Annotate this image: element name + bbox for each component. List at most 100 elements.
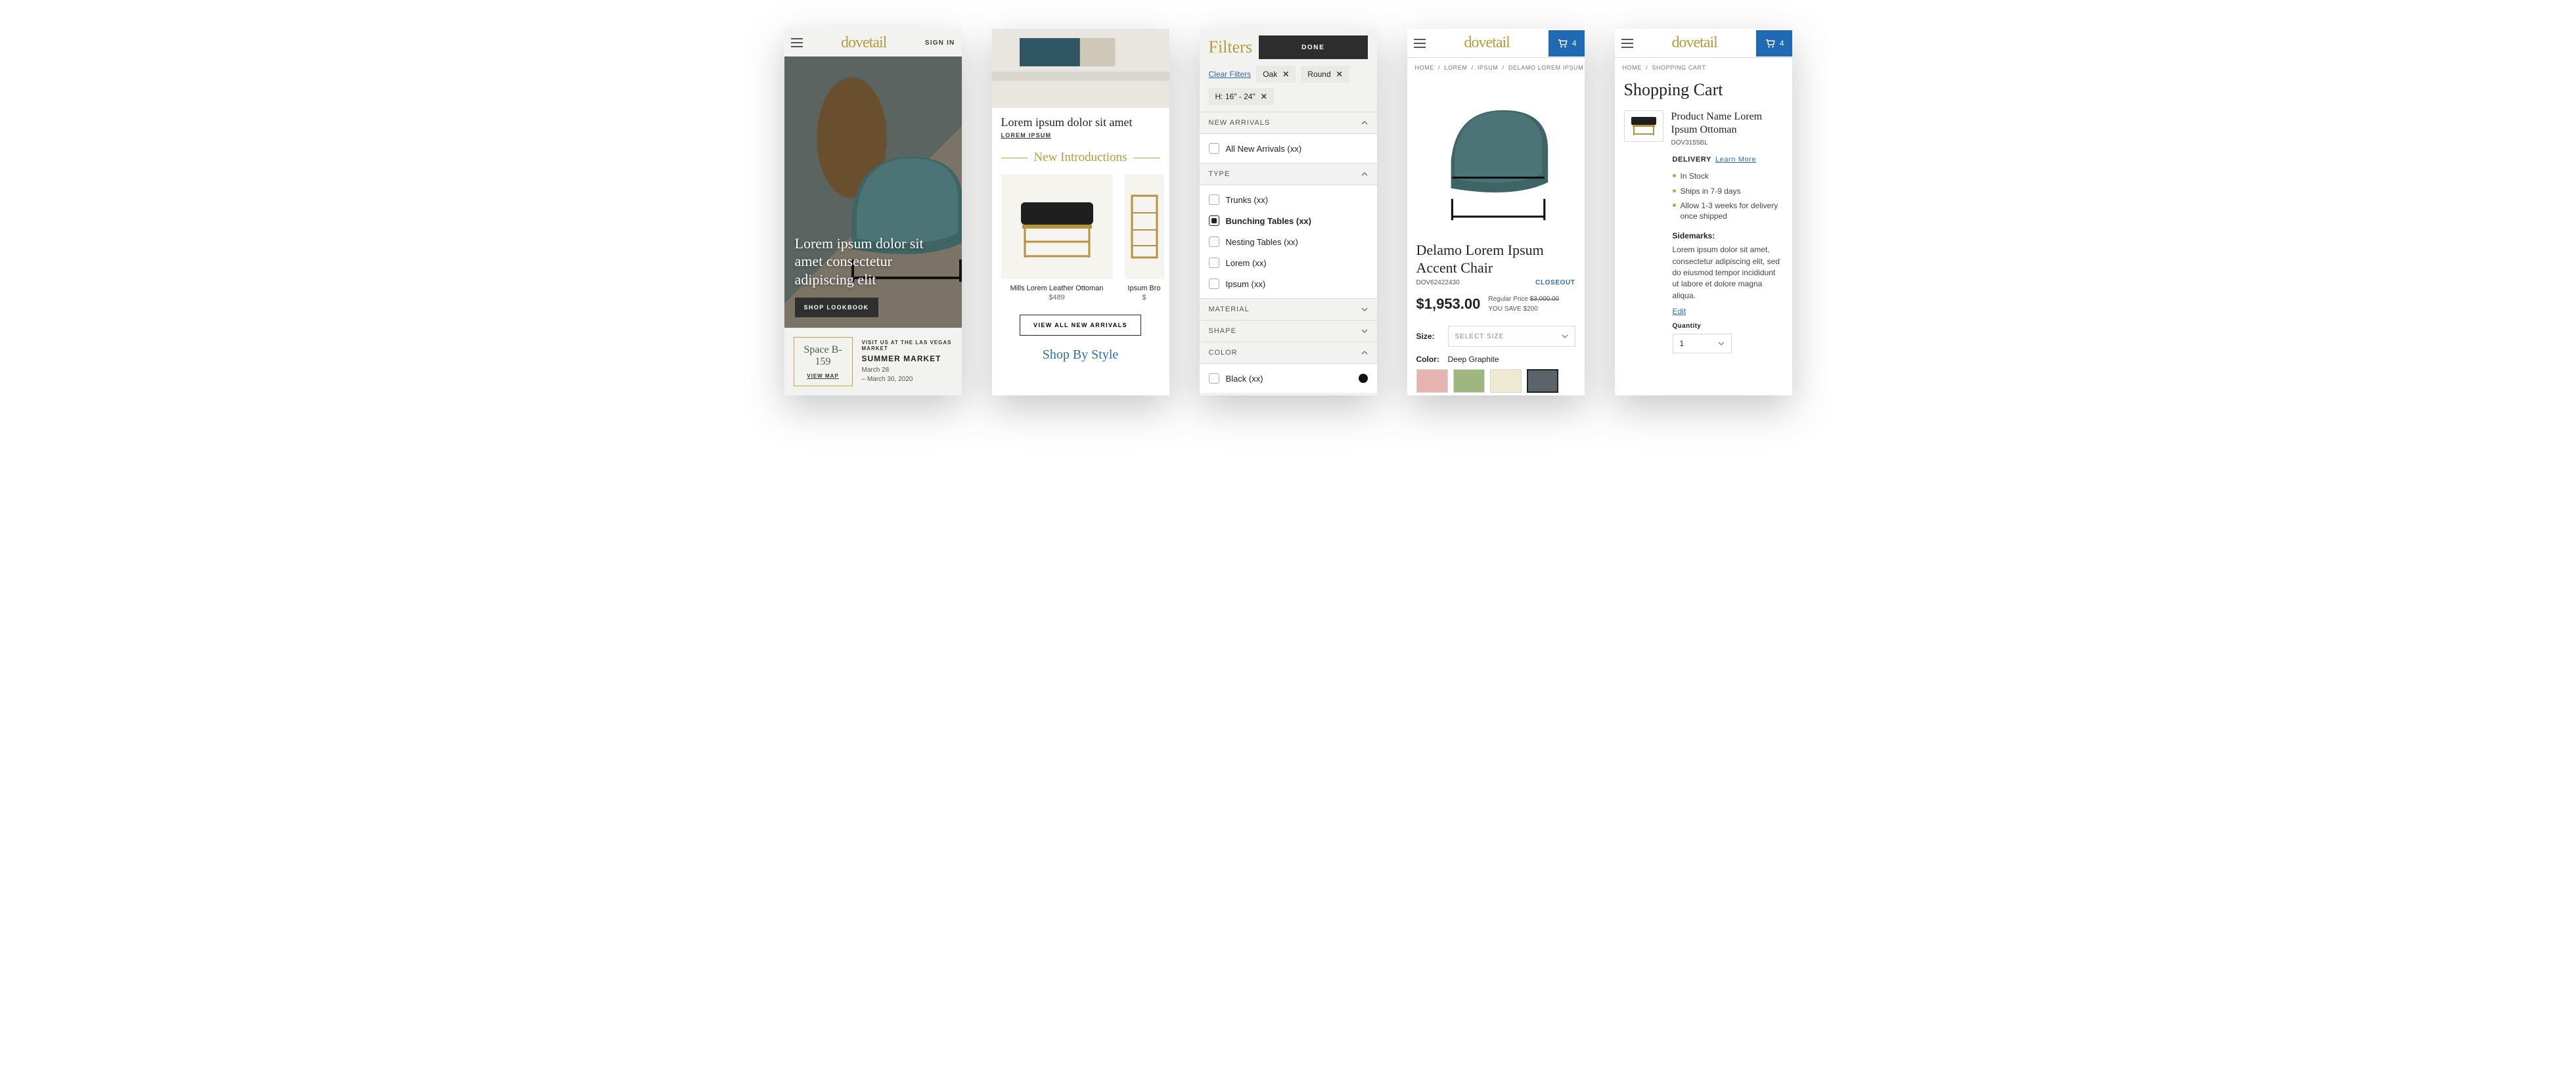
appbar: dovetail SIGN IN [784,29,962,56]
delivery-bullet: Allow 1-3 weeks for delivery once shippe… [1673,198,1783,223]
filter-option[interactable]: Lorem (xx) [1200,252,1377,273]
filter-option[interactable]: Trunks (xx) [1200,189,1377,210]
view-map-link[interactable]: VIEW MAP [802,373,844,379]
sign-in-link[interactable]: SIGN IN [925,39,955,47]
category-link[interactable]: LOREM IPSUM [1001,132,1160,139]
size-label: Size: [1416,332,1441,341]
filter-options: All New Arrivals (xx) [1200,133,1377,163]
product-price: $489 [1001,294,1113,301]
filter-section-color[interactable]: COLOR [1200,342,1377,363]
product-gallery[interactable] [1407,78,1585,235]
screen-cart: dovetail 4 HOME / SHOPPING CART Shopping… [1615,29,1792,395]
sidemarks-text: Lorem ipsum dolor sit amet, consectetur … [1673,244,1783,301]
clear-filters-link[interactable]: Clear Filters [1209,70,1252,79]
breadcrumb[interactable]: HOME / LOREM / IPSUM / DELAMO LOREM IPSU… [1407,58,1585,78]
filter-options: Trunks (xx) Bunching Tables (xx) Nesting… [1200,185,1377,298]
menu-icon[interactable] [791,38,803,47]
active-filter-chips: Clear Filters Oak✕ Round✕ H: 16" - 24"✕ [1200,66,1377,112]
color-swatch-icon [1359,374,1368,383]
checkbox-icon[interactable] [1209,257,1219,268]
checkbox-icon[interactable] [1209,373,1219,384]
brand-logo[interactable]: dovetail [841,34,886,52]
close-icon[interactable]: ✕ [1261,92,1267,101]
checkbox-icon[interactable] [1209,143,1219,154]
section-shop-by-style[interactable]: Shop By Style [992,347,1169,363]
cart-count: 4 [1780,39,1784,48]
filter-option-selected[interactable]: Bunching Tables (xx) [1200,210,1377,231]
menu-icon[interactable] [1621,39,1633,48]
filter-chip[interactable]: H: 16" - 24"✕ [1209,88,1274,105]
product-image [1437,91,1555,221]
product-card[interactable]: Mills Lorem Leather Ottoman $489 [1001,174,1113,301]
market-title: SUMMER MARKET [862,354,953,363]
filter-chip[interactable]: Round✕ [1301,66,1349,83]
cart-icon [1764,37,1776,49]
size-select[interactable]: SELECT SIZE [1448,326,1575,347]
product-sku: DOV62422430 [1416,279,1460,286]
quantity-select[interactable]: 1 [1673,334,1732,353]
category-hero-image [992,29,1169,108]
screen-filters: Filters DONE Clear Filters Oak✕ Round✕ H… [1200,29,1377,395]
cart-line-item: Product Name Lorem Ipsum Ottoman DOV3155… [1615,106,1792,150]
section-new-introductions: New Introductions [1001,150,1160,165]
sku-row: DOV62422430 CLOSEOUT [1407,279,1585,292]
checkbox-icon[interactable] [1209,279,1219,289]
appbar: dovetail 4 [1407,29,1585,58]
price-meta: Regular Price $3,000.00 YOU SAVE $200 [1488,294,1559,314]
done-button[interactable]: DONE [1259,35,1368,59]
filter-section-new-arrivals[interactable]: NEW ARRIVALS [1200,112,1377,133]
filter-option[interactable]: Ipsum (xx) [1200,273,1377,294]
cart-count: 4 [1572,39,1577,48]
line-item-thumbnail[interactable] [1624,110,1663,142]
shop-lookbook-button[interactable]: SHOP LOOKBOOK [795,298,878,317]
cart-icon [1556,37,1568,49]
filter-options: Black (xx) [1200,363,1377,393]
menu-icon[interactable] [1414,39,1426,48]
product-name: Mills Lorem Leather Ottoman [1001,284,1113,292]
chevron-down-icon [1361,328,1368,334]
filter-option[interactable]: All New Arrivals (xx) [1200,138,1377,159]
learn-more-link[interactable]: Learn More [1715,156,1756,164]
filter-option[interactable]: Black (xx) [1200,368,1377,389]
product-price: $ [1125,294,1164,301]
chevron-up-icon [1361,171,1368,177]
filter-section-material[interactable]: MATERIAL [1200,298,1377,320]
checkbox-icon[interactable] [1209,194,1219,205]
color-swatch[interactable] [1453,369,1485,393]
product-card[interactable]: Ipsum Bro $ [1125,174,1164,301]
color-swatch-selected[interactable] [1527,369,1558,393]
product-image [1125,174,1164,279]
brand-logo[interactable]: dovetail [1464,34,1510,52]
view-all-button[interactable]: VIEW ALL NEW ARRIVALS [1020,315,1141,336]
chevron-down-icon [1718,340,1725,347]
quantity-field: Quantity 1 [1615,316,1792,353]
filter-section-type[interactable]: TYPE [1200,163,1377,185]
market-space-box[interactable]: Space B-159 VIEW MAP [794,337,853,386]
delivery-bullet: In Stock [1673,169,1783,183]
color-swatch[interactable] [1490,369,1522,393]
filter-chip[interactable]: Oak✕ [1256,66,1296,83]
cart-button[interactable]: 4 [1756,30,1792,56]
price-row: $1,953.00 Regular Price $3,000.00 YOU SA… [1407,292,1585,322]
market-space: Space B-159 [802,344,844,368]
brand-logo[interactable]: dovetail [1672,34,1717,52]
close-icon[interactable]: ✕ [1282,70,1289,79]
cart-button[interactable]: 4 [1548,30,1585,56]
chevron-up-icon [1361,349,1368,356]
product-carousel[interactable]: Mills Lorem Leather Ottoman $489 Ipsum B… [992,170,1169,305]
line-item-name[interactable]: Product Name Lorem Ipsum Ottoman [1671,110,1783,137]
edit-link[interactable]: Edit [1673,307,1686,316]
hero: Lorem ipsum dolor sit amet consectetur a… [784,56,962,328]
checkbox-checked-icon[interactable] [1209,215,1219,226]
screen-product: dovetail 4 HOME / LOREM / IPSUM / DELAMO… [1407,29,1585,395]
product-image [1001,174,1113,279]
sidemarks: Sidemarks: Lorem ipsum dolor sit amet, c… [1615,231,1792,316]
delivery-bullet: Ships in 7-9 days [1673,184,1783,198]
close-icon[interactable]: ✕ [1336,70,1343,79]
filter-option[interactable]: Nesting Tables (xx) [1200,231,1377,252]
checkbox-icon[interactable] [1209,236,1219,247]
quantity-label: Quantity [1673,323,1783,330]
filter-section-shape[interactable]: SHAPE [1200,320,1377,342]
breadcrumb[interactable]: HOME / SHOPPING CART [1615,58,1792,78]
color-swatch[interactable] [1416,369,1448,393]
